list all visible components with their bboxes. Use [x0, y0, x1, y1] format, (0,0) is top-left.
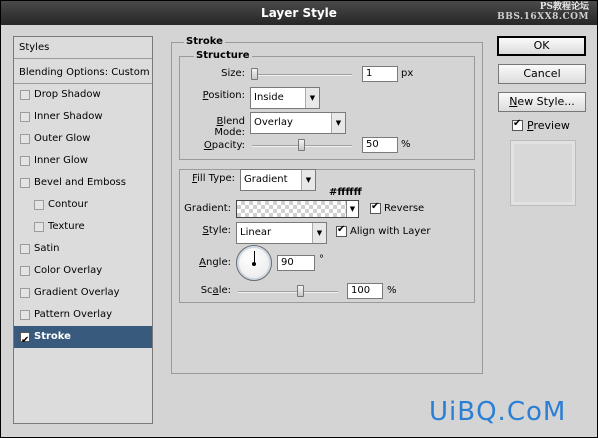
scale-unit: % — [387, 285, 397, 296]
styles-header-label: Styles — [19, 42, 50, 53]
sidebar-item-color-overlay[interactable]: Color Overlay — [14, 260, 152, 282]
blending-options-item[interactable]: Blending Options: Custom — [14, 62, 152, 84]
gradient-picker[interactable]: ▼ — [236, 200, 359, 218]
sidebar-item-label: Bevel and Emboss — [34, 177, 126, 188]
sidebar-item-label: Inner Glow — [34, 155, 88, 166]
reverse-label: Reverse — [384, 203, 425, 214]
outer-glow-checkbox[interactable] — [20, 134, 30, 144]
layer-style-dialog: Layer Style PS教程论坛 BBS.16XX8.COM Styles … — [0, 0, 598, 438]
watermark-line2: BBS.16XX8.COM — [497, 12, 589, 22]
fill-type-label: Fill Type: — [185, 173, 235, 184]
preview-checkbox[interactable] — [512, 118, 523, 131]
satin-checkbox[interactable] — [20, 244, 30, 254]
preview-label: Preview — [527, 119, 570, 132]
blend-mode-value: Overlay — [254, 117, 293, 128]
sidebar-item-label: Stroke — [34, 331, 71, 342]
sidebar-item-outer-glow[interactable]: Outer Glow — [14, 128, 152, 150]
sidebar-item-inner-glow[interactable]: Inner Glow — [14, 150, 152, 172]
inner-glow-checkbox[interactable] — [20, 156, 30, 166]
angle-label: Angle: — [199, 257, 231, 268]
sidebar-item-label: Color Overlay — [34, 265, 103, 276]
scale-slider[interactable] — [238, 285, 338, 297]
fill-type-select[interactable]: Gradient ▼ — [240, 169, 316, 191]
stroke-checkbox[interactable] — [20, 330, 30, 352]
size-label: Size: — [221, 68, 245, 79]
reverse-checkbox[interactable] — [370, 201, 381, 214]
opacity-label: Opacity: — [203, 140, 245, 151]
structure-title: Structure — [194, 50, 252, 61]
styles-header[interactable]: Styles — [14, 37, 152, 59]
chevron-down-icon: ▼ — [305, 88, 319, 108]
align-with-layer-label: Align with Layer — [350, 226, 431, 237]
angle-dial[interactable] — [236, 245, 272, 281]
blend-mode-select[interactable]: Overlay ▼ — [250, 112, 346, 134]
sidebar-item-gradient-overlay[interactable]: Gradient Overlay — [14, 282, 152, 304]
color-note: #ffffff — [329, 187, 362, 198]
angle-unit: ° — [319, 254, 324, 265]
cancel-button[interactable]: Cancel — [498, 64, 586, 84]
sidebar-item-drop-shadow[interactable]: Drop Shadow — [14, 84, 152, 106]
angle-input[interactable]: 90 — [277, 255, 315, 271]
chevron-down-icon: ▼ — [331, 113, 345, 133]
styles-list: Styles Blending Options: Custom Drop Sha… — [13, 36, 153, 424]
sidebar-item-satin[interactable]: Satin — [14, 238, 152, 260]
watermark-line1: PS教程论坛 — [539, 2, 589, 12]
blending-options-label: Blending Options: Custom — [19, 67, 150, 78]
fill-type-value: Gradient — [244, 174, 288, 185]
opacity-unit: % — [401, 139, 411, 150]
bevel-emboss-checkbox[interactable] — [20, 178, 30, 188]
opacity-slider[interactable] — [252, 139, 352, 151]
gradient-overlay-checkbox[interactable] — [20, 288, 30, 298]
position-value: Inside — [254, 92, 284, 103]
sidebar-item-label: Satin — [34, 243, 60, 254]
texture-checkbox[interactable] — [34, 222, 44, 232]
sidebar-item-label: Inner Shadow — [34, 111, 103, 122]
size-slider[interactable] — [251, 68, 352, 80]
sidebar-item-stroke[interactable]: Stroke — [14, 326, 152, 352]
sidebar-item-label: Drop Shadow — [34, 89, 101, 100]
size-slider-thumb[interactable] — [251, 68, 258, 80]
opacity-slider-thumb[interactable] — [298, 139, 305, 151]
style-preview-swatch — [510, 140, 576, 206]
scale-slider-thumb[interactable] — [297, 285, 304, 297]
blend-mode-label: Blend Mode: — [214, 116, 245, 138]
sidebar-item-bevel-emboss[interactable]: Bevel and Emboss — [14, 172, 152, 194]
sidebar-item-label: Texture — [48, 221, 85, 232]
sidebar-item-label: Contour — [48, 199, 88, 210]
position-label: Position: — [202, 90, 245, 101]
chevron-down-icon: ▼ — [301, 170, 315, 190]
style-select[interactable]: Linear ▼ — [236, 222, 327, 244]
drop-shadow-checkbox[interactable] — [20, 90, 30, 100]
contour-checkbox[interactable] — [34, 200, 44, 210]
sidebar-item-contour[interactable]: Contour — [14, 194, 152, 216]
sidebar-item-pattern-overlay[interactable]: Pattern Overlay — [14, 304, 152, 326]
chevron-down-icon[interactable]: ▼ — [346, 201, 358, 217]
color-overlay-checkbox[interactable] — [20, 266, 30, 276]
ok-button[interactable]: OK — [497, 36, 586, 56]
stroke-title: Stroke — [184, 36, 225, 47]
title-bar: Layer Style PS教程论坛 BBS.16XX8.COM — [1, 1, 597, 25]
opacity-input[interactable]: 50 — [362, 137, 398, 153]
style-value: Linear — [240, 227, 272, 238]
watermark-top: PS教程论坛 BBS.16XX8.COM — [497, 2, 589, 22]
sidebar-item-label: Outer Glow — [34, 133, 91, 144]
watermark-logo: UiBQ.CoM — [429, 397, 567, 427]
chevron-down-icon: ▼ — [312, 223, 326, 243]
sidebar-item-label: Pattern Overlay — [34, 309, 113, 320]
sidebar-item-texture[interactable]: Texture — [14, 216, 152, 238]
position-select[interactable]: Inside ▼ — [250, 87, 320, 109]
pattern-overlay-checkbox[interactable] — [20, 310, 30, 320]
size-input[interactable]: 1 — [362, 66, 398, 82]
sidebar-item-inner-shadow[interactable]: Inner Shadow — [14, 106, 152, 128]
align-with-layer-checkbox[interactable] — [336, 224, 347, 237]
scale-input[interactable]: 100 — [347, 283, 383, 299]
style-label: Style: — [202, 225, 232, 236]
inner-shadow-checkbox[interactable] — [20, 112, 30, 122]
size-unit: px — [401, 68, 414, 79]
gradient-label: Gradient: — [184, 203, 231, 214]
window-title: Layer Style — [261, 6, 337, 20]
new-style-button[interactable]: New Style... — [498, 92, 586, 112]
scale-label: Scale: — [200, 285, 231, 296]
sidebar-item-label: Gradient Overlay — [34, 287, 120, 298]
